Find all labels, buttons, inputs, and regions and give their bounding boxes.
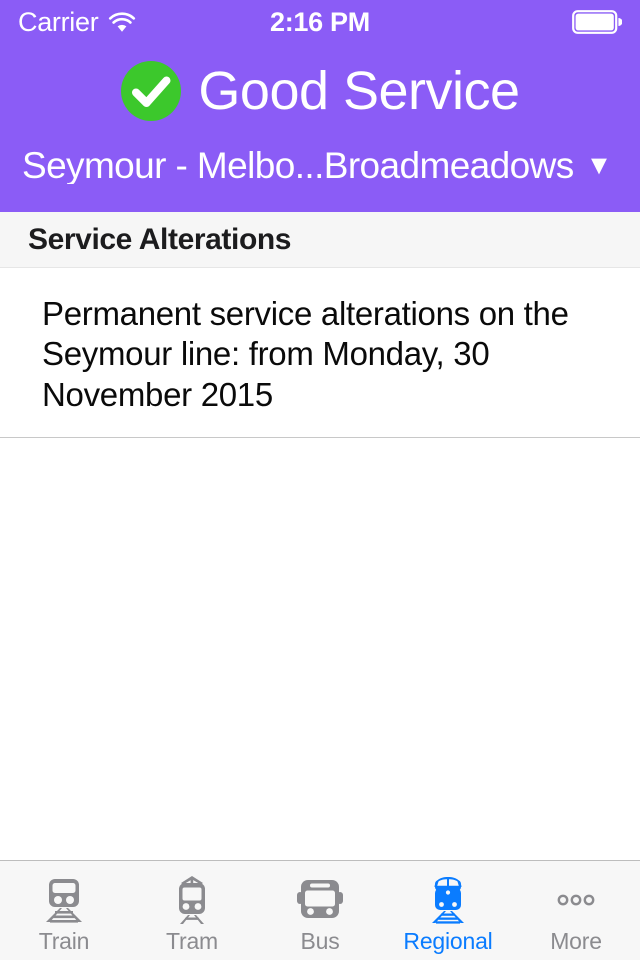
app-header: Carrier 2:16 PM Good Service Seymour - M…: [0, 0, 640, 212]
tab-regional[interactable]: Regional: [384, 861, 512, 960]
tab-more[interactable]: More: [512, 861, 640, 960]
section-header-title: Service Alterations: [28, 222, 292, 256]
wifi-icon: [108, 11, 136, 33]
tab-label-regional: Regional: [403, 928, 493, 954]
train-icon: [38, 874, 90, 926]
alterations-list: Permanent service alterations on the Sey…: [0, 268, 640, 860]
status-bar-right: [572, 10, 623, 34]
tab-bar: Train Tram Bus Regional More: [0, 860, 640, 960]
list-item[interactable]: Permanent service alterations on the Sey…: [0, 268, 640, 438]
status-bar-left: Carrier: [18, 6, 136, 37]
alteration-text: Permanent service alterations on the Sey…: [42, 295, 569, 413]
route-selector-label: Seymour - Melbo...Broadmeadows: [22, 146, 574, 184]
section-header-service-alterations: Service Alterations: [0, 212, 640, 268]
status-bar: Carrier 2:16 PM: [0, 0, 640, 44]
route-selector[interactable]: Seymour - Melbo...Broadmeadows ▼: [0, 134, 640, 196]
tab-bus[interactable]: Bus: [256, 861, 384, 960]
bus-icon: [294, 874, 346, 926]
tab-label-tram: Tram: [165, 928, 218, 954]
tab-label-more: More: [550, 928, 602, 954]
ellipsis-icon: [550, 874, 602, 926]
carrier-label: Carrier: [18, 6, 99, 37]
chevron-down-icon: ▼: [585, 149, 613, 180]
tab-label-train: Train: [38, 928, 90, 954]
check-circle-icon: [120, 60, 182, 122]
tab-label-bus: Bus: [300, 928, 340, 954]
service-status-label: Good Service: [198, 61, 520, 121]
regional-train-icon: [422, 874, 474, 926]
app-root: Carrier 2:16 PM Good Service Seymour - M…: [0, 0, 640, 960]
service-status-row: Good Service: [0, 44, 640, 134]
tab-train[interactable]: Train: [0, 861, 128, 960]
tram-icon: [166, 874, 218, 926]
tab-tram[interactable]: Tram: [128, 861, 256, 960]
battery-icon: [572, 10, 623, 34]
